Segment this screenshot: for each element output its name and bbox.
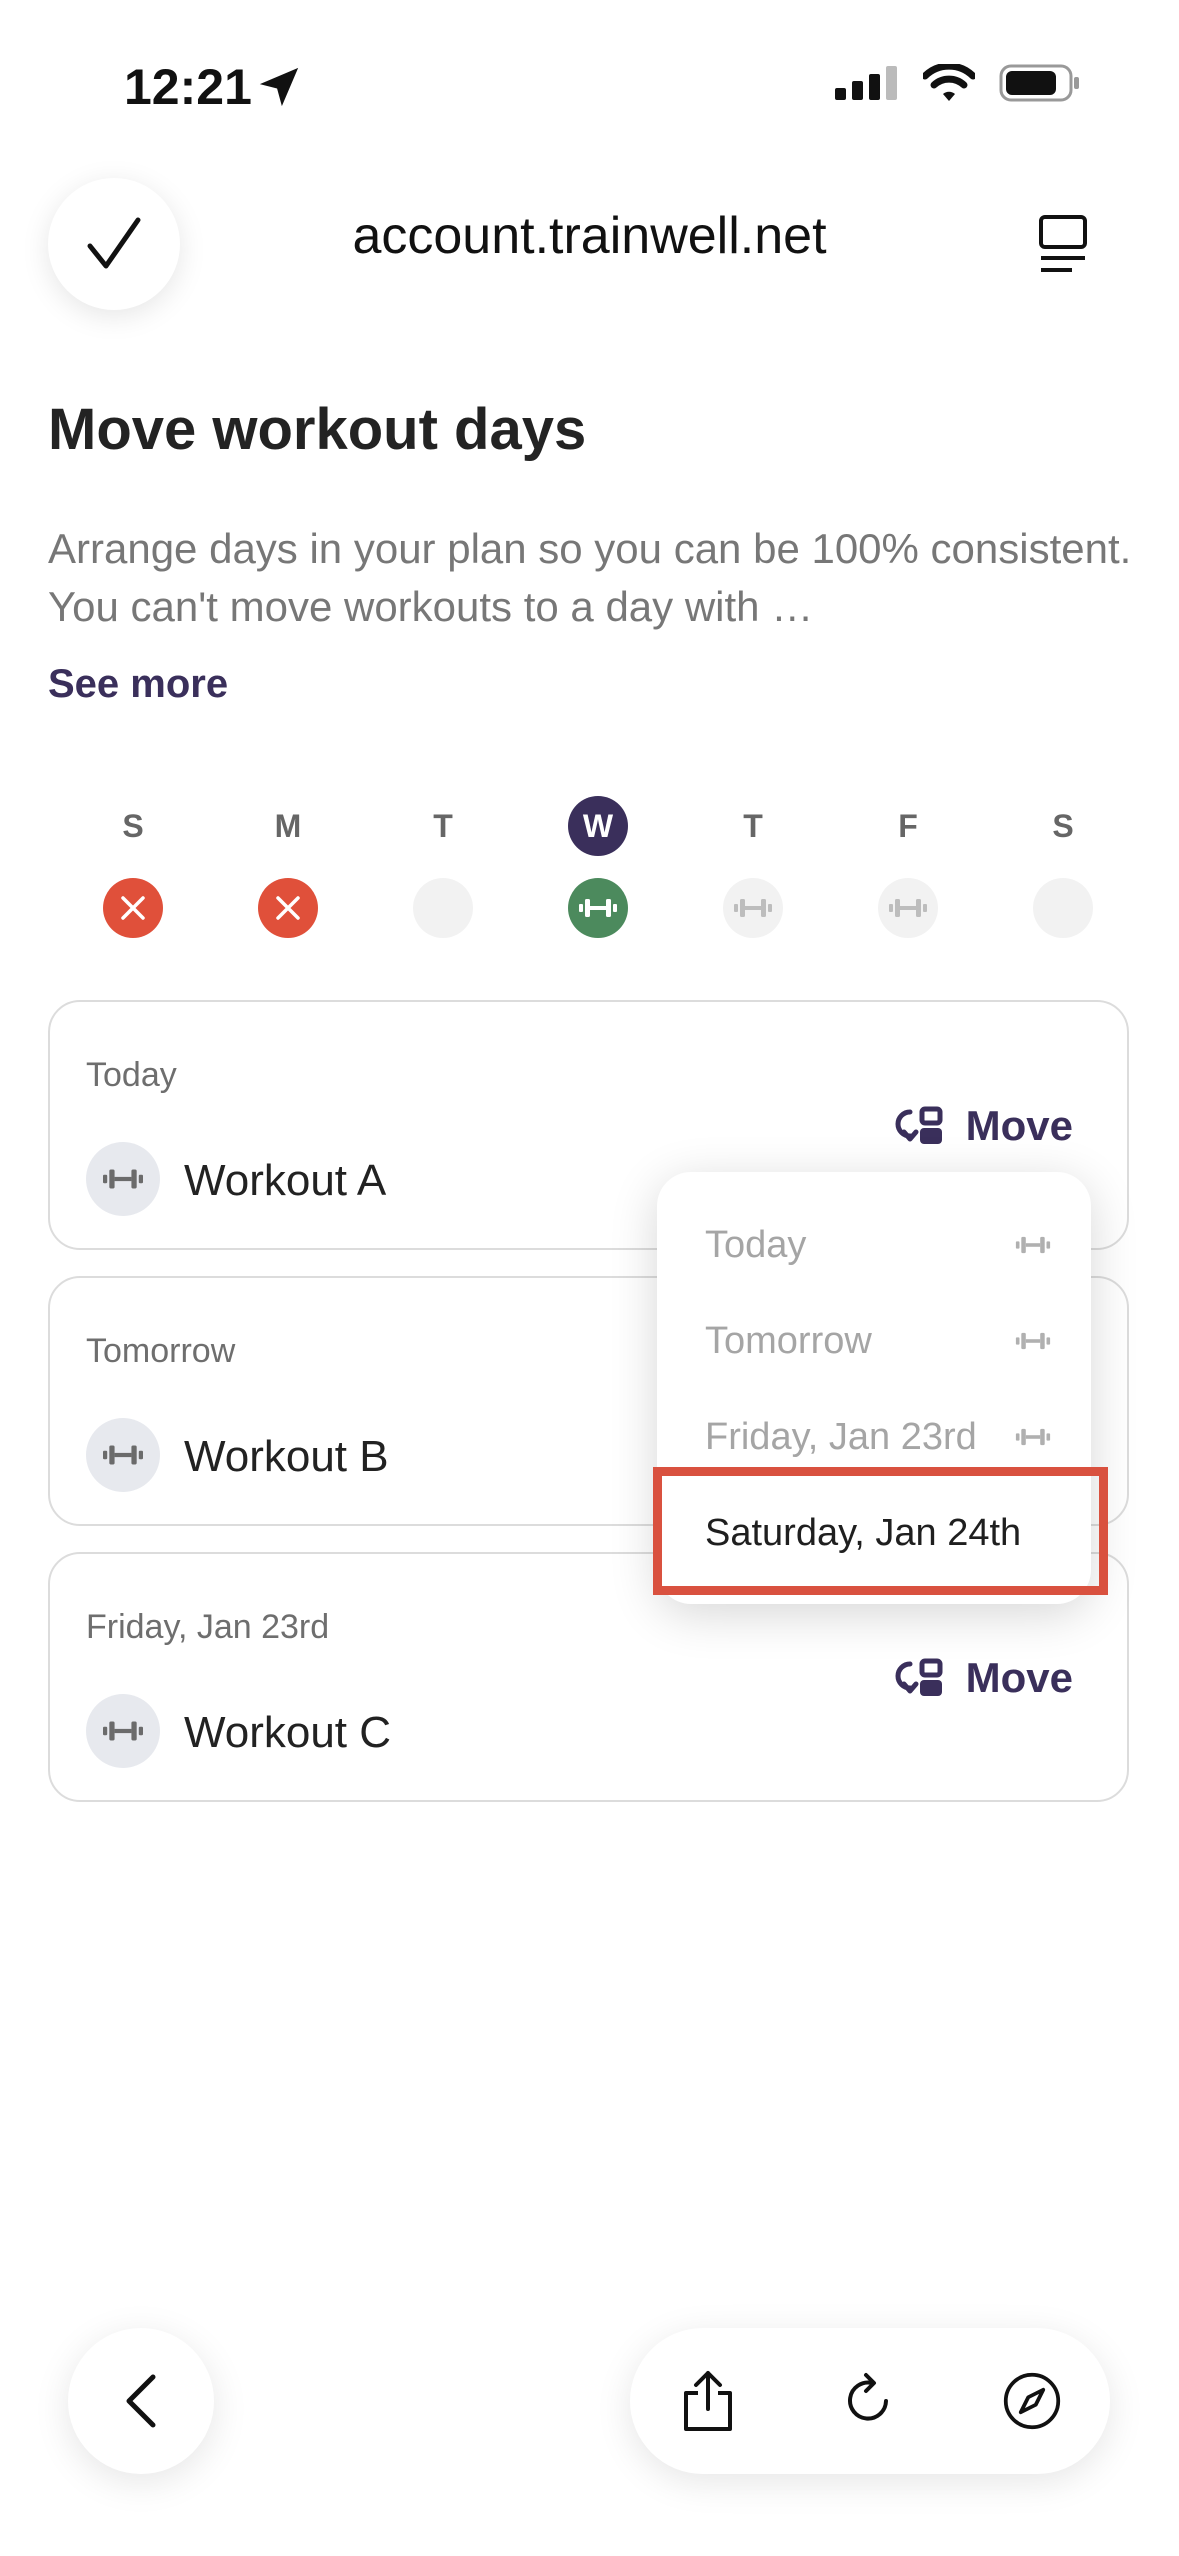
day-letter: T [743, 808, 763, 844]
dropdown-item-label: Today [705, 1223, 807, 1266]
share-button[interactable] [678, 2371, 738, 2431]
completed-day-indicator [568, 878, 628, 938]
page-description: Arrange days in your plan so you can be … [48, 525, 1132, 630]
dropdown-item-today: Today [705, 1200, 1051, 1290]
dropdown-item-label: Tomorrow [705, 1319, 872, 1362]
battery-icon [999, 64, 1079, 102]
wifi-icon [923, 64, 975, 101]
move-swap-icon [895, 1106, 943, 1144]
status-time: 12:21 [124, 59, 252, 115]
share-icon [684, 2371, 732, 2431]
move-swap-icon [895, 1658, 943, 1696]
day-friday: F [868, 796, 948, 938]
empty-day-indicator [1033, 878, 1093, 938]
move-label: Move [965, 1654, 1073, 1701]
back-button[interactable] [68, 2328, 214, 2474]
workout-name: Workout C [184, 1708, 392, 1757]
missed-day-indicator [103, 878, 163, 938]
dumbbell-icon [86, 1418, 160, 1492]
location-arrow-icon [256, 64, 302, 115]
day-sunday: S [93, 796, 173, 938]
missed-day-indicator [258, 878, 318, 938]
compass-icon [1003, 2372, 1061, 2430]
move-button[interactable]: Move [894, 1654, 1073, 1702]
dumbbell-icon [889, 899, 927, 917]
reader-mode-button[interactable] [1038, 214, 1088, 279]
day-letter: F [898, 808, 918, 844]
planned-day-indicator [878, 878, 938, 938]
day-thursday: T [713, 796, 793, 938]
dumbbell-icon [1015, 1428, 1051, 1446]
dumbbell-icon [86, 1142, 160, 1216]
workout-name: Workout A [184, 1156, 387, 1205]
dropdown-item-label: Friday, Jan 23rd [705, 1415, 977, 1458]
dumbbell-icon [579, 899, 617, 917]
week-strip: S M T W T F S [48, 796, 1131, 946]
day-saturday: S [1023, 796, 1103, 938]
day-wednesday: W [558, 796, 638, 938]
card-day-label: Tomorrow [86, 1332, 236, 1370]
url-address[interactable]: account.trainwell.net [0, 206, 1179, 266]
reload-button[interactable] [840, 2371, 900, 2431]
browser-toolbar [630, 2328, 1110, 2474]
reload-icon [848, 2373, 888, 2421]
card-day-label: Today [86, 1056, 177, 1094]
status-icons [835, 64, 1081, 102]
dumbbell-icon [1015, 1236, 1051, 1254]
empty-day-indicator [413, 878, 473, 938]
see-more-link[interactable]: See more [48, 662, 228, 707]
x-icon [121, 896, 145, 920]
day-tuesday: T [403, 796, 483, 938]
dumbbell-icon [1015, 1332, 1051, 1350]
chevron-left-icon [126, 2374, 156, 2428]
dumbbell-icon [734, 899, 772, 917]
day-letter: M [274, 808, 302, 844]
day-letter: T [433, 808, 453, 844]
move-label: Move [965, 1102, 1073, 1149]
dropdown-item-tomorrow: Tomorrow [705, 1296, 1051, 1386]
day-letter-current: W [568, 796, 628, 856]
day-letter: S [1052, 808, 1074, 844]
day-monday: M [248, 796, 328, 938]
dumbbell-icon [86, 1694, 160, 1768]
move-button[interactable]: Move [894, 1102, 1073, 1150]
card-day-label: Friday, Jan 23rd [86, 1608, 330, 1646]
highlight-annotation [653, 1467, 1108, 1595]
x-icon [276, 896, 300, 920]
cellular-signal-icon [835, 66, 897, 100]
planned-day-indicator [723, 878, 783, 938]
reader-mode-icon [1039, 215, 1087, 272]
page-title: Move workout days [48, 397, 587, 462]
workout-name: Workout B [184, 1432, 389, 1481]
day-letter: S [122, 808, 144, 844]
compass-button[interactable] [1002, 2371, 1062, 2431]
